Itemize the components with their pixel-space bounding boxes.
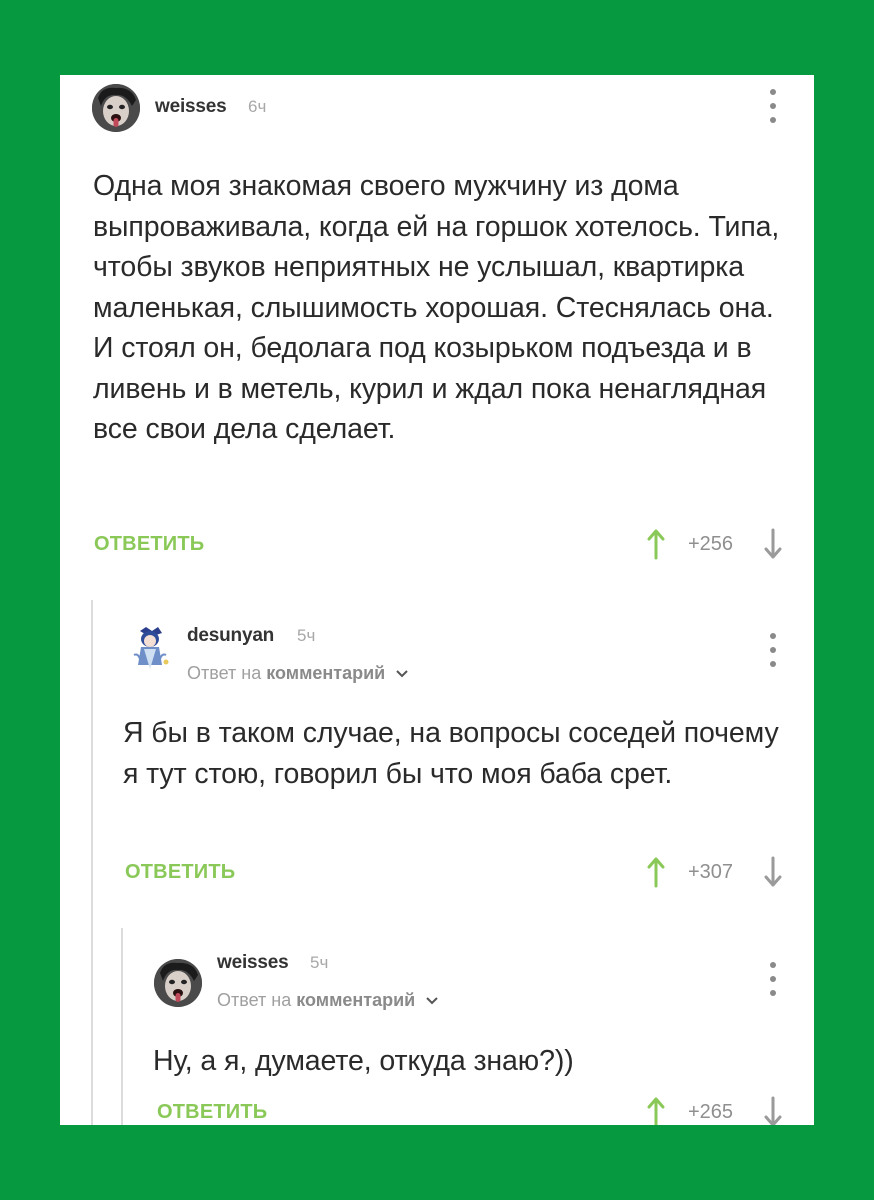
upvote-arrow-icon[interactable] [646,1096,666,1125]
reply-to-comment-link[interactable]: комментарий [296,990,415,1010]
chevron-down-icon[interactable] [426,997,438,1005]
comment-time: 5ч [310,953,329,972]
vote-score: +265 [688,1101,734,1123]
comment: weisses 5ч Ответ на комментарий Ну, а я,… [60,75,814,1125]
comments-card: weisses 6ч Одна моя знакомая своего мужч… [60,75,814,1125]
comment-text: Ну, а я, думаете, откуда знаю?)) [153,1045,574,1077]
more-options-icon[interactable] [768,962,778,996]
user-avatar-icon[interactable] [154,959,202,1007]
reply-to-prefix: Ответ на [217,990,292,1010]
reply-to-link[interactable]: Ответ на комментарий [217,990,438,1011]
downvote-arrow-icon[interactable] [763,1096,783,1125]
username[interactable]: weisses [217,952,289,974]
reply-button[interactable]: ОТВЕТИТЬ [157,1101,267,1124]
